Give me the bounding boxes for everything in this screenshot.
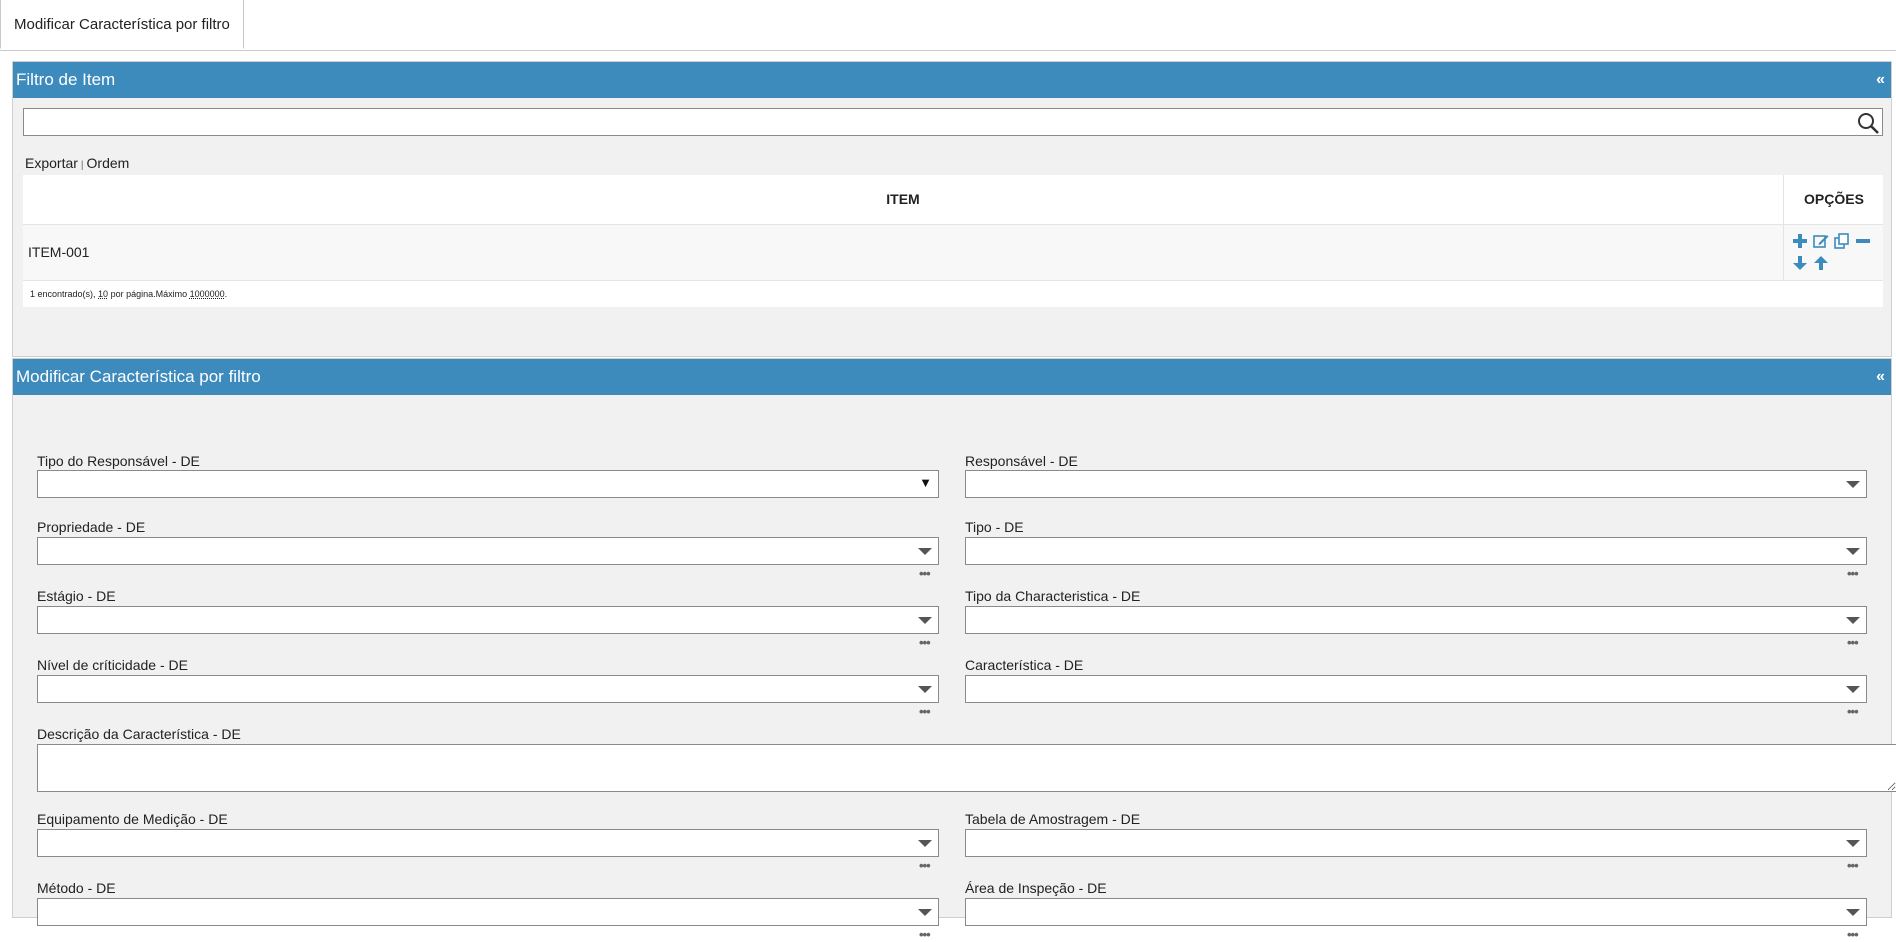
label-area-inspecao: Área de Inspeção - DE <box>965 880 1107 896</box>
chevron-down-icon <box>1846 481 1860 488</box>
label-caracteristica: Característica - DE <box>965 657 1084 673</box>
item-grid: ITEM OPÇÕES ITEM-001 1 encontrado(s), 10… <box>23 175 1883 307</box>
filter-panel: Filtro de Item « Exportar | Ordem ITEM OPÇ… <box>12 61 1892 357</box>
more-icon[interactable]: ••• <box>1847 636 1859 649</box>
chevron-down-icon <box>918 686 932 693</box>
edit-panel-header: Modificar Característica por filtro « <box>13 359 1891 395</box>
add-icon[interactable] <box>1792 233 1808 249</box>
chevron-down-icon <box>918 617 932 624</box>
propriedade-select[interactable] <box>37 537 939 565</box>
label-descricao: Descrição da Característica - DE <box>37 726 241 742</box>
tipo-responsavel-select[interactable]: ▼ <box>37 470 939 498</box>
collapse-icon[interactable]: « <box>1876 359 1885 395</box>
caracteristica-select[interactable] <box>965 675 1867 703</box>
footer-end: . <box>224 289 228 299</box>
more-icon[interactable]: ••• <box>1847 567 1859 580</box>
more-icon[interactable]: ••• <box>919 636 931 649</box>
responsavel-select[interactable] <box>965 470 1867 498</box>
more-icon[interactable]: ••• <box>919 859 931 872</box>
chevron-down-icon <box>1846 548 1860 555</box>
tipo-characteristica-select[interactable] <box>965 606 1867 634</box>
more-icon[interactable]: ••• <box>1847 859 1859 872</box>
label-propriedade: Propriedade - DE <box>37 519 146 535</box>
edit-panel: Modificar Característica por filtro « Ti… <box>12 358 1896 941</box>
links-separator: | <box>80 160 84 171</box>
chevron-down-icon <box>1846 617 1860 624</box>
equipamento-select[interactable] <box>37 829 939 857</box>
edit-panel-title: Modificar Característica por filtro <box>16 367 261 386</box>
descricao-textarea[interactable] <box>37 744 1896 792</box>
chevron-down-icon: ▼ <box>919 475 932 490</box>
nivel-criticidade-select[interactable] <box>37 675 939 703</box>
tabela-amostragem-select[interactable] <box>965 829 1867 857</box>
row-options <box>1783 225 1884 280</box>
estagio-select[interactable] <box>37 606 939 634</box>
more-icon[interactable]: ••• <box>919 705 931 718</box>
column-header-item[interactable]: ITEM <box>23 175 1783 224</box>
found-count: 1 encontrado(s), <box>30 289 99 299</box>
chevron-down-icon <box>1846 686 1860 693</box>
more-icon[interactable]: ••• <box>919 567 931 580</box>
label-nivel-criticidade: Nível de críticidade - DE <box>37 657 188 673</box>
chevron-down-icon <box>918 548 932 555</box>
export-link[interactable]: Exportar <box>25 155 78 171</box>
remove-icon[interactable] <box>1855 233 1871 249</box>
chevron-down-icon <box>918 909 932 916</box>
grid-pagination-info: 1 encontrado(s), 10 por página.Máximo 10… <box>23 281 1883 307</box>
chevron-down-icon <box>1846 840 1860 847</box>
table-row[interactable]: ITEM-001 <box>23 225 1883 281</box>
tab-bar: Modificar Característica por filtro <box>0 0 1896 51</box>
tipo-select[interactable] <box>965 537 1867 565</box>
label-tabela-amostragem: Tabela de Amostragem - DE <box>965 811 1141 827</box>
move-down-icon[interactable] <box>1792 255 1808 271</box>
filter-panel-header: Filtro de Item « <box>13 62 1891 98</box>
search-icon[interactable] <box>1856 111 1880 135</box>
order-link[interactable]: Ordem <box>87 155 130 171</box>
column-header-options: OPÇÕES <box>1783 175 1884 224</box>
label-metodo: Método - DE <box>37 880 116 896</box>
per-page-text: por página.Máximo <box>108 289 190 299</box>
chevron-down-icon <box>1846 909 1860 916</box>
more-icon[interactable]: ••• <box>1847 928 1859 941</box>
edit-icon[interactable] <box>1813 233 1829 249</box>
chevron-down-icon <box>918 840 932 847</box>
move-up-icon[interactable] <box>1813 255 1829 271</box>
grid-header: ITEM OPÇÕES <box>23 175 1883 225</box>
copy-icon[interactable] <box>1834 233 1850 249</box>
max-value[interactable]: 1000000 <box>190 289 225 299</box>
label-responsavel: Responsável - DE <box>965 453 1078 469</box>
more-icon[interactable]: ••• <box>919 928 931 941</box>
area-inspecao-select[interactable] <box>965 898 1867 926</box>
label-equipamento: Equipamento de Medição - DE <box>37 811 228 827</box>
collapse-icon[interactable]: « <box>1876 62 1885 98</box>
label-tipo: Tipo - DE <box>965 519 1024 535</box>
metodo-select[interactable] <box>37 898 939 926</box>
tab-modificar-caracteristica[interactable]: Modificar Característica por filtro <box>0 0 244 49</box>
filter-panel-title: Filtro de Item <box>16 70 116 89</box>
search-input[interactable] <box>23 108 1883 136</box>
grid-actions: Exportar | Ordem <box>25 155 129 171</box>
label-estagio: Estágio - DE <box>37 588 116 604</box>
per-page-value[interactable]: 10 <box>98 289 108 299</box>
cell-item: ITEM-001 <box>28 244 90 260</box>
more-icon[interactable]: ••• <box>1847 705 1859 718</box>
label-tipo-responsavel: Tipo do Responsável - DE <box>37 453 200 469</box>
label-tipo-characteristica: Tipo da Characteristica - DE <box>965 588 1141 604</box>
